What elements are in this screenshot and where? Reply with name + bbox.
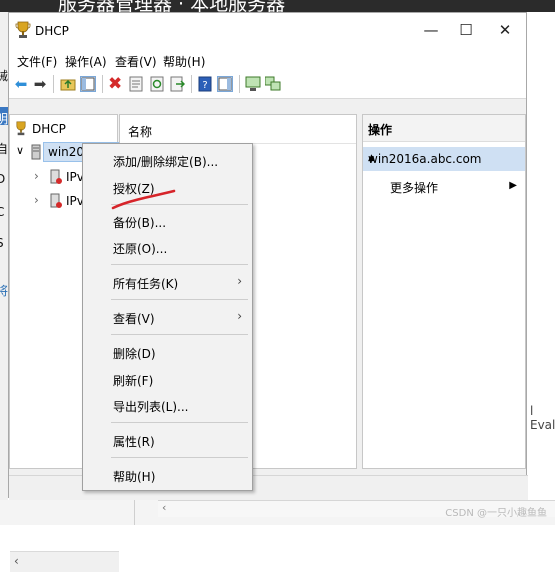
svg-text:?: ?	[202, 80, 207, 91]
menu-item-label: 属性(R)	[113, 435, 155, 449]
red-annotation-underline	[111, 189, 176, 210]
background-text: 自	[0, 142, 8, 156]
menu-item-add-remove-bindings[interactable]: 添加/删除绑定(B)...	[83, 149, 252, 171]
dhcp-trophy-icon	[14, 121, 28, 139]
export-list-icon[interactable]	[169, 76, 186, 92]
computer-pair-icon[interactable]	[264, 76, 281, 92]
menu-item-export-list[interactable]: 导出列表(L)...	[83, 394, 252, 416]
menu-item-help[interactable]: 帮助(H)	[83, 464, 252, 486]
help-icon[interactable]: ?	[197, 76, 213, 92]
properties-icon[interactable]	[128, 76, 144, 92]
dhcp-trophy-icon	[15, 21, 31, 43]
tree-scrollbar[interactable]: ‹	[10, 551, 119, 572]
menu-item-label: 删除(D)	[113, 347, 156, 361]
chevron-down-icon[interactable]: ∨	[16, 144, 24, 157]
menu-item-label: 添加/删除绑定(B)...	[113, 155, 219, 169]
watermark: CSDN @一只小趣鱼鱼	[445, 508, 547, 519]
tree-label: DHCP	[32, 122, 66, 136]
menu-item-label: 刷新(F)	[113, 374, 154, 388]
submenu-arrow-icon: ›	[237, 309, 242, 323]
background-titlebar: 服务器管理器 · 本地服务器	[0, 0, 555, 12]
server-icon	[31, 144, 41, 163]
menu-separator	[111, 264, 248, 265]
submenu-arrow-icon: ▶	[509, 180, 517, 191]
more-actions[interactable]: 更多操作 ▶	[363, 175, 525, 197]
tree-item-dhcp[interactable]: DHCP	[10, 119, 117, 139]
menu-item-properties[interactable]: 属性(R)	[83, 429, 252, 451]
menu-separator	[111, 299, 248, 300]
more-actions-label: 更多操作	[390, 181, 439, 195]
toolbar-separator	[53, 75, 54, 93]
toolbar-separator	[239, 75, 240, 93]
menu-separator	[111, 334, 248, 335]
menu-item-label: 备份(B)...	[113, 216, 167, 230]
refresh-icon[interactable]	[149, 76, 165, 92]
window-title: DHCP	[35, 24, 69, 38]
chevron-right-icon[interactable]: ›	[34, 193, 39, 207]
ipv6-icon	[50, 193, 62, 212]
column-header-label: 名称	[128, 125, 153, 139]
background-text: -将	[0, 268, 8, 298]
menu-action[interactable]: 操作(A)	[65, 53, 107, 70]
chevron-right-icon[interactable]: ›	[34, 169, 39, 183]
actions-pane: 操作 win2016a.abc.com ▲ 更多操作 ▶	[362, 114, 526, 469]
menu-separator	[111, 422, 248, 423]
menu-item-label: 帮助(H)	[113, 470, 156, 484]
minimize-button[interactable]: —	[416, 19, 446, 41]
menu-separator	[111, 457, 248, 458]
menu-item-view[interactable]: 查看(V) ›	[83, 306, 252, 328]
computer-icon[interactable]	[245, 76, 261, 92]
forward-arrow-icon[interactable]: ➡	[32, 76, 48, 92]
scroll-left-icon[interactable]: ‹	[162, 501, 166, 514]
title-bar[interactable]: DHCP — ☐ ✕	[9, 13, 526, 48]
collapse-up-icon[interactable]: ▲	[368, 153, 517, 163]
menu-item-all-tasks[interactable]: 所有任务(K) ›	[83, 271, 252, 293]
menu-item-refresh[interactable]: 刷新(F)	[83, 368, 252, 390]
up-folder-icon[interactable]	[60, 76, 76, 92]
maximize-button[interactable]: ☐	[451, 19, 481, 41]
background-text: S	[0, 236, 4, 250]
delete-icon[interactable]: ✖	[108, 76, 124, 93]
actions-group[interactable]: win2016a.abc.com ▲	[363, 147, 525, 171]
menu-item-label: 还原(O)...	[113, 242, 168, 256]
menu-item-label: 查看(V)	[113, 312, 155, 326]
menu-bar: 文件(F) 操作(A) 查看(V) 帮助(H)	[9, 48, 526, 70]
background-text: 械	[0, 69, 8, 83]
background-left-strip: 械 明 自 D C S -将	[0, 12, 8, 525]
actions-title: 操作	[368, 123, 393, 137]
menu-item-label: 所有任务(K)	[113, 277, 179, 291]
toolbar-separator	[191, 75, 192, 93]
divider	[134, 500, 135, 525]
menu-item-restore[interactable]: 还原(O)...	[83, 236, 252, 258]
background-text: C	[0, 205, 5, 219]
background-text: D	[0, 172, 6, 186]
menu-file[interactable]: 文件(F)	[17, 53, 57, 70]
menu-view[interactable]: 查看(V)	[115, 53, 157, 70]
actions-header: 操作	[363, 115, 525, 142]
show-hide-action-icon[interactable]	[217, 76, 233, 92]
show-hide-tree-icon[interactable]	[80, 76, 96, 92]
toolbar: ⬅ ➡ ✖ ?	[9, 70, 526, 99]
background-text: 明	[0, 112, 8, 126]
column-header-name[interactable]: 名称	[120, 115, 356, 144]
menu-item-label: 导出列表(L)...	[113, 400, 189, 414]
submenu-arrow-icon: ›	[237, 274, 242, 288]
ipv4-icon	[50, 169, 62, 188]
scroll-left-icon[interactable]: ‹	[14, 554, 19, 568]
background-title: 服务器管理器 · 本地服务器	[58, 0, 286, 12]
close-button[interactable]: ✕	[490, 19, 520, 41]
menu-help[interactable]: 帮助(H)	[163, 53, 205, 70]
back-arrow-icon[interactable]: ⬅	[13, 76, 29, 92]
toolbar-separator	[102, 75, 103, 93]
menu-item-delete[interactable]: 删除(D)	[83, 341, 252, 363]
background-text: l Evalu	[530, 404, 555, 432]
